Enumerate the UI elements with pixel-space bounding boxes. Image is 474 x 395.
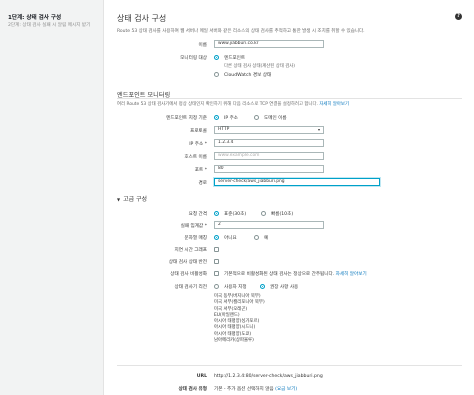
list-item: 미국 서부(캘리포니아 북부): [214, 300, 265, 306]
name-input[interactable]: www.jiabburi.co.kr: [214, 40, 324, 48]
monitor-cloudwatch-label: CloudWatch 경보 상태: [224, 73, 272, 78]
help-icon[interactable]: ?: [455, 13, 462, 20]
string-match-no-radio[interactable]: [214, 235, 219, 240]
spec-ip-radio[interactable]: [214, 115, 219, 120]
monitor-endpoint-label: 엔드포인트: [224, 56, 246, 61]
string-match-yes-radio[interactable]: [254, 235, 259, 240]
name-label: 이름: [198, 43, 207, 48]
endpoint-desc-text: 여러 Route 53 상태 검사기에서 정상 상태인지 확인하기 위해 다음 …: [117, 102, 318, 107]
interval-fast-radio[interactable]: [261, 211, 266, 216]
disable-checkbox[interactable]: [214, 271, 219, 276]
spec-domain-label: 도메인 이름: [264, 116, 287, 121]
disable-desc-text: 기본적으로 비활성화된 상태 검사는 정상으로 간주됩니다.: [224, 272, 335, 277]
disable-label: 상태 검사 비활성화: [170, 272, 207, 277]
regions-list: 미국 동부(버지니아 북부) 미국 서부(캘리포니아 북부) 미국 서부(오레곤…: [214, 294, 265, 344]
monitor-label: 모니터링 대상: [180, 56, 207, 61]
string-match-yes-label: 예: [264, 236, 269, 241]
ip-label: IP 주소 *: [189, 142, 207, 147]
threshold-label: 실패 임계값 *: [180, 224, 207, 229]
chevron-down-icon: ▾: [317, 127, 320, 132]
list-item: 남아메리카(상파울루): [214, 338, 254, 344]
disable-learn-more-link[interactable]: 자세히 알아보기: [336, 272, 367, 277]
sidebar-step-next[interactable]: 2단계: 상태 검사 실패 시 알림 메시지 받기: [8, 22, 90, 28]
type-value: 기본 - 추가 옵션 선택하지 않음 (요금 보기): [214, 386, 297, 392]
string-match-label: 문자열 매칭: [184, 236, 207, 241]
interval-fast-label: 빠름(10초): [271, 212, 294, 217]
regions-custom-radio[interactable]: [214, 284, 219, 289]
regions-custom-label: 사용자 지정: [224, 285, 247, 290]
type-value-text: 기본 - 추가 옵션 선택하지 않음: [214, 387, 274, 392]
section-divider: [117, 98, 462, 99]
latency-label: 지연 시간 그래프: [174, 248, 207, 253]
monitor-calculated-label: 다른 상태 검사 상태(계산된 상태 검사): [224, 64, 295, 69]
advanced-title: 고급 구성: [123, 196, 148, 203]
threshold-input[interactable]: 2: [214, 221, 324, 229]
invert-checkbox[interactable]: [214, 259, 219, 264]
type-label: 상태 검사 유형: [178, 387, 207, 392]
page-title: 상태 검사 구성: [117, 14, 167, 23]
footer-divider: [117, 365, 462, 366]
host-label: 호스트 이름: [184, 155, 207, 160]
invert-label: 상태 검사 상태 반전: [168, 260, 207, 265]
endpoint-section-desc: 여러 Route 53 상태 검사기에서 정상 상태인지 확인하기 위해 다음 …: [117, 101, 349, 107]
protocol-label: 프로토콜: [190, 129, 207, 134]
caret-down-icon: ▼: [117, 197, 121, 202]
url-value: http://1.2.3.4:80/server-check/aws_jiabb…: [214, 374, 323, 379]
main-panel: 상태 검사 구성 ? Route 53 상태 검사를 사용하여 웹 서버나 메일…: [104, 0, 474, 395]
regions-recommended-radio[interactable]: [260, 284, 265, 289]
regions-recommended-label: 권장 사항 사용: [270, 285, 299, 290]
interval-standard-label: 표준(30초): [224, 212, 247, 217]
host-input[interactable]: www.example.com: [214, 152, 324, 160]
spec-domain-radio[interactable]: [254, 115, 259, 120]
protocol-value: HTTP: [218, 127, 230, 132]
port-label: 포트 *: [194, 168, 207, 173]
monitor-endpoint-radio[interactable]: [214, 55, 219, 60]
pricing-link[interactable]: (요금 보기): [275, 387, 297, 392]
protocol-select[interactable]: HTTP ▾: [214, 126, 324, 134]
url-label: URL: [196, 374, 207, 379]
disable-desc: 기본적으로 비활성화된 상태 검사는 정상으로 간주됩니다. 자세히 알아보기: [224, 271, 367, 277]
interval-standard-radio[interactable]: [214, 211, 219, 216]
spec-label: 엔드포인트 지정 기준: [166, 116, 207, 121]
ip-input[interactable]: 1.2.3.4: [214, 139, 324, 147]
endpoint-learn-more-link[interactable]: 자세히 알아보기: [319, 102, 349, 107]
regions-label: 상태 검사기 리전: [174, 285, 207, 290]
path-input[interactable]: server-check/aws_jiabburi.png: [214, 178, 380, 186]
port-input[interactable]: 80: [214, 165, 324, 173]
page-description: Route 53 상태 검사를 사용하여 웹 서버나 메일 서버와 같은 리소스…: [117, 29, 365, 34]
string-match-no-label: 아니요: [224, 236, 237, 241]
path-label: 경로: [198, 181, 207, 186]
advanced-toggle[interactable]: ▼ 고급 구성: [117, 194, 147, 203]
monitor-cloudwatch-radio[interactable]: [214, 72, 219, 77]
latency-checkbox[interactable]: [214, 247, 219, 252]
spec-ip-label: IP 주소: [224, 116, 239, 121]
interval-label: 요청 간격: [188, 212, 207, 217]
sidebar-step-current[interactable]: 1단계: 상태 검사 구성: [8, 13, 61, 21]
